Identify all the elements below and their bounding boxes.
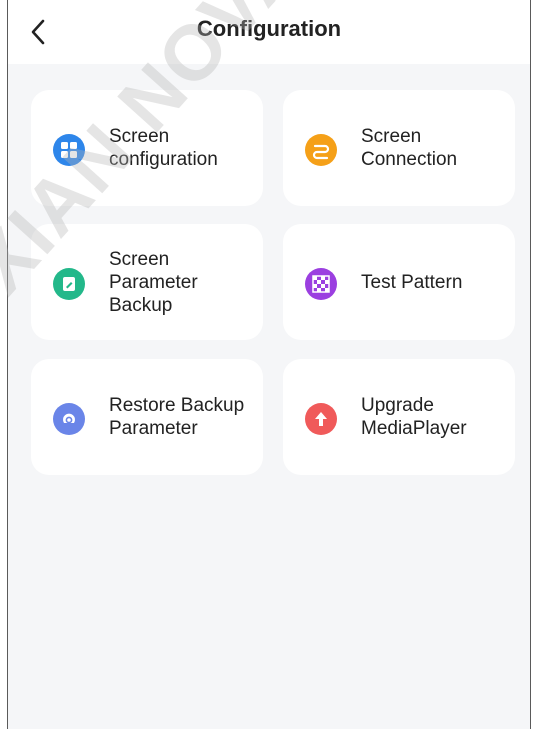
card-upgrade-mediaplayer[interactable]: Upgrade MediaPlayer <box>283 359 515 475</box>
card-restore-backup-parameter[interactable]: Restore Backup Parameter <box>31 359 263 475</box>
card-screen-configuration[interactable]: Screen configuration <box>31 90 263 206</box>
card-test-pattern[interactable]: Test Pattern <box>283 224 515 340</box>
connection-icon <box>305 134 337 166</box>
page-title: Configuration <box>196 16 342 41</box>
app-frame: Configuration Screen configuration Scree… <box>0 0 531 729</box>
grid-icon <box>53 134 85 166</box>
card-label: Restore Backup Parameter <box>109 395 245 439</box>
card-label: Upgrade MediaPlayer <box>361 395 467 439</box>
card-label: Screen configuration <box>109 126 218 170</box>
card-label: Screen Connection <box>361 126 458 170</box>
backup-icon <box>53 268 85 300</box>
card-label: Test Pattern <box>361 271 463 293</box>
card-label: Screen Parameter Backup <box>109 248 198 316</box>
restore-icon <box>53 403 85 435</box>
header: Configuration <box>8 0 530 64</box>
card-screen-parameter-backup[interactable]: Screen Parameter Backup <box>31 224 263 340</box>
upload-icon <box>305 403 337 435</box>
checker-icon <box>305 268 337 300</box>
card-screen-connection[interactable]: Screen Connection <box>283 90 515 206</box>
